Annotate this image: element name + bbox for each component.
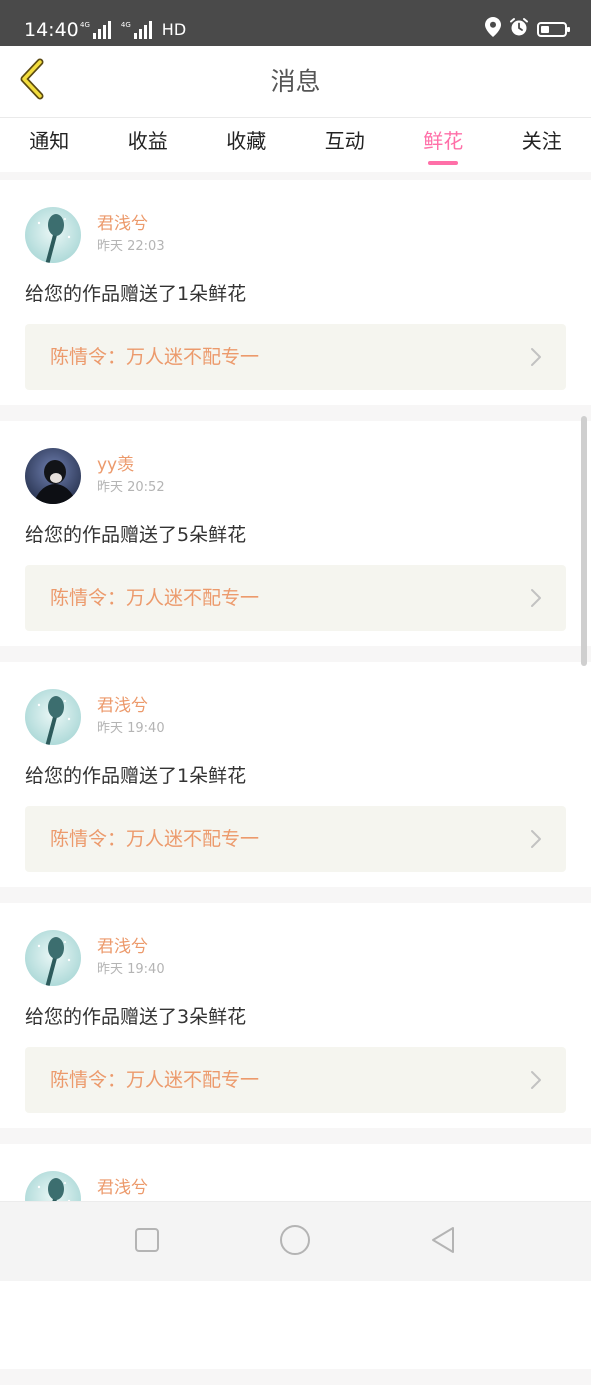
list-item: yy羡 昨天 20:52 给您的作品赠送了5朵鲜花 陈情令：万人迷不配专一 (0, 421, 591, 646)
signal-bars-icon (93, 21, 111, 39)
tab-bar: 通知 收益 收藏 互动 鲜花 关注 (0, 118, 591, 172)
tab-following[interactable]: 关注 (493, 118, 591, 172)
status-bar: 14:40 4G 4G HD (0, 0, 591, 46)
home-button[interactable] (277, 1224, 313, 1260)
work-link[interactable]: 陈情令：万人迷不配专一 (25, 1047, 566, 1113)
tab-interactions[interactable]: 互动 (296, 118, 395, 172)
tab-earnings[interactable]: 收益 (99, 118, 198, 172)
username[interactable]: yy羡 (97, 453, 134, 477)
message-text: 给您的作品赠送了5朵鲜花 (25, 522, 246, 548)
battery-icon (537, 22, 567, 37)
avatar[interactable] (25, 448, 81, 504)
username[interactable]: 君浅兮 (97, 694, 148, 718)
timestamp: 昨天 20:52 (97, 479, 165, 497)
alarm-icon (509, 17, 529, 41)
network-type-label: 4G (121, 21, 131, 29)
message-text: 给您的作品赠送了1朵鲜花 (25, 281, 246, 307)
message-text: 给您的作品赠送了3朵鲜花 (25, 1004, 246, 1030)
signal-bars-icon (134, 21, 152, 39)
network-type-label: 4G (80, 21, 90, 29)
list-item: 君浅兮 昨天 22:03 给您的作品赠送了1朵鲜花 陈情令：万人迷不配专一 (0, 180, 591, 405)
square-icon (134, 1227, 160, 1257)
tab-flowers[interactable]: 鲜花 (394, 118, 493, 172)
timestamp: 昨天 19:40 (97, 720, 165, 738)
work-title: 陈情令：万人迷不配专一 (50, 1067, 259, 1093)
username[interactable]: 君浅兮 (97, 212, 148, 236)
username[interactable]: 君浅兮 (97, 935, 148, 959)
network-signal-2: 4G (121, 21, 152, 39)
work-link[interactable]: 陈情令：万人迷不配专一 (25, 806, 566, 872)
timestamp: 昨天 22:03 (97, 238, 165, 256)
page-title: 消息 (0, 66, 591, 98)
location-icon (485, 17, 501, 41)
status-time: 14:40 (24, 18, 79, 42)
system-nav-bar (0, 1201, 591, 1281)
avatar[interactable] (25, 930, 81, 986)
list-item: 君浅兮 昨天 19:40 给您的作品赠送了1朵鲜花 陈情令：万人迷不配专一 (0, 662, 591, 887)
header: 消息 (0, 46, 591, 118)
work-title: 陈情令：万人迷不配专一 (50, 826, 259, 852)
triangle-back-icon (429, 1225, 457, 1259)
recents-button[interactable] (129, 1224, 165, 1260)
message-text: 给您的作品赠送了1朵鲜花 (25, 763, 246, 789)
work-title: 陈情令：万人迷不配专一 (50, 585, 259, 611)
username[interactable]: 君浅兮 (97, 1176, 148, 1200)
chevron-right-icon (530, 829, 542, 849)
chevron-right-icon (530, 588, 542, 608)
work-link[interactable]: 陈情令：万人迷不配专一 (25, 565, 566, 631)
hd-indicator: HD (162, 21, 186, 39)
tab-favorites[interactable]: 收藏 (197, 118, 296, 172)
back-nav-button[interactable] (425, 1224, 461, 1260)
scrollbar[interactable] (581, 416, 587, 666)
circle-icon (279, 1224, 311, 1260)
network-indicators: 4G 4G HD (80, 17, 186, 39)
timestamp: 昨天 19:40 (97, 961, 165, 979)
chevron-right-icon (530, 1070, 542, 1090)
status-icons (485, 16, 567, 42)
avatar[interactable] (25, 207, 81, 263)
work-title: 陈情令：万人迷不配专一 (50, 344, 259, 370)
avatar[interactable] (25, 689, 81, 745)
battery-level (541, 26, 549, 33)
chevron-right-icon (530, 347, 542, 367)
network-signal-1: 4G (80, 21, 111, 39)
list-item: 君浅兮 昨天 19:40 给您的作品赠送了3朵鲜花 陈情令：万人迷不配专一 (0, 903, 591, 1128)
work-link[interactable]: 陈情令：万人迷不配专一 (25, 324, 566, 390)
tab-notifications[interactable]: 通知 (0, 118, 99, 172)
